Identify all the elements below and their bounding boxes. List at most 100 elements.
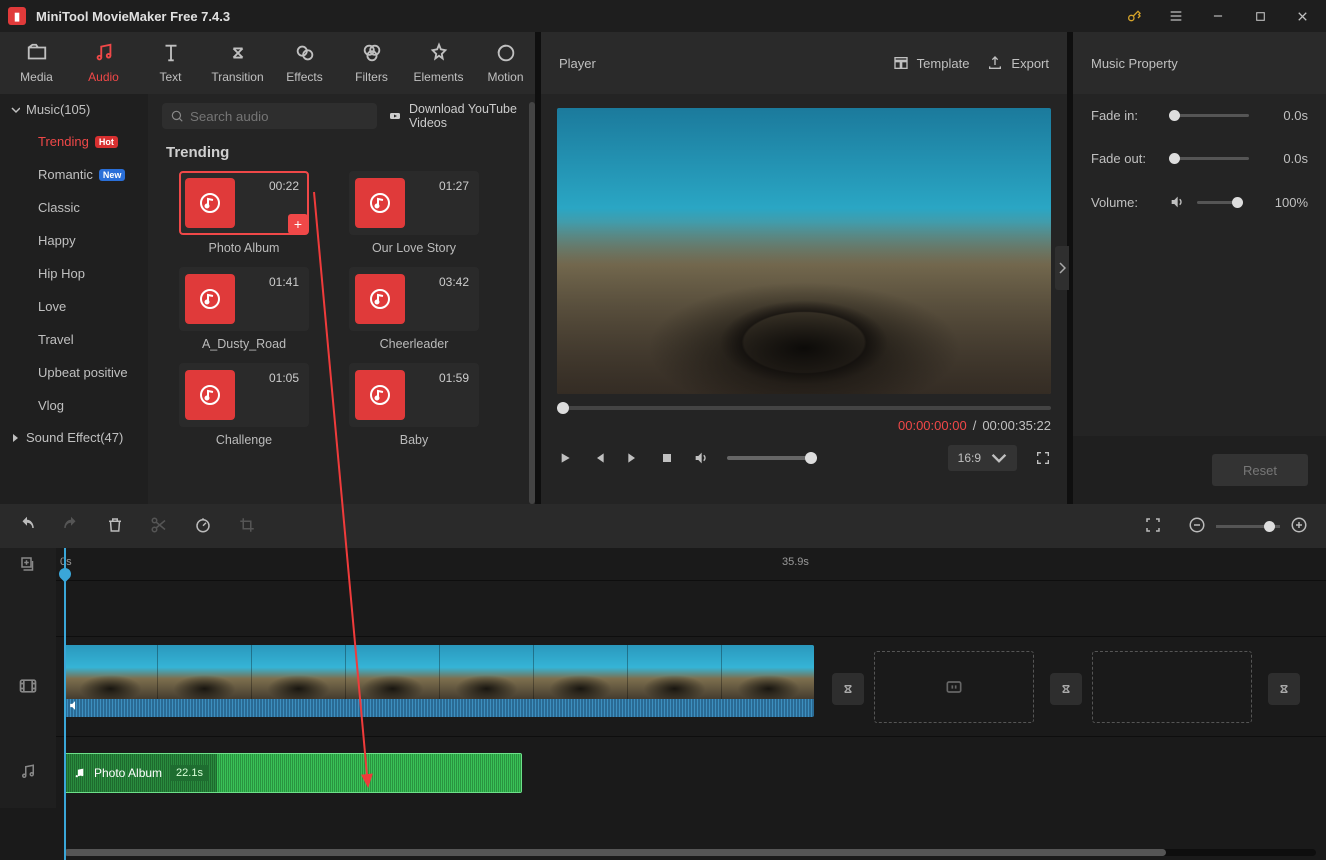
prev-frame-button[interactable] (591, 450, 607, 466)
timeline: 0s 35.9s Photo Album 22.1s (0, 548, 1326, 860)
minimize-button[interactable] (1202, 2, 1234, 30)
template-button[interactable]: Template (893, 55, 970, 71)
undo-button[interactable] (18, 516, 36, 537)
sidebar-item-trending[interactable]: TrendingHot (0, 125, 148, 158)
audio-grid-area: Download YouTube Videos Trending 00:22+P… (148, 94, 535, 504)
speed-button[interactable] (194, 516, 212, 537)
play-button[interactable] (557, 450, 573, 466)
sidebar-item-travel[interactable]: Travel (0, 323, 148, 356)
audio-category-sidebar: Music(105) TrendingHot RomanticNew Class… (0, 94, 148, 504)
fade-out-slider[interactable] (1169, 157, 1249, 160)
seek-bar[interactable] (557, 406, 1051, 410)
fade-in-slider[interactable] (1169, 114, 1249, 117)
delete-button[interactable] (106, 516, 124, 537)
tab-transition[interactable]: Transition (205, 32, 270, 94)
sidebar-item-romantic[interactable]: RomanticNew (0, 158, 148, 191)
sidebar-item-hiphop[interactable]: Hip Hop (0, 257, 148, 290)
template-icon (893, 55, 909, 71)
video-track[interactable] (56, 636, 1326, 736)
audio-duration: 01:41 (269, 275, 299, 289)
key-icon[interactable] (1118, 2, 1150, 30)
app-title: MiniTool MovieMaker Free 7.4.3 (36, 9, 230, 24)
music-thumb-icon (355, 274, 405, 324)
property-title: Music Property (1073, 32, 1326, 94)
sidebar-music-header[interactable]: Music(105) (0, 94, 148, 125)
redo-button[interactable] (62, 516, 80, 537)
drop-slot-2[interactable] (1092, 651, 1252, 723)
next-frame-button[interactable] (625, 450, 641, 466)
tab-audio[interactable]: Audio (71, 32, 136, 94)
transition-slot-3[interactable] (1268, 673, 1300, 705)
sidebar-soundeffect-header[interactable]: Sound Effect(47) (0, 422, 148, 453)
sidebar-item-love[interactable]: Love (0, 290, 148, 323)
search-icon (170, 109, 184, 123)
volume-mute-icon[interactable] (1169, 194, 1185, 210)
video-clip[interactable] (64, 645, 814, 717)
video-preview (557, 108, 1051, 394)
chevron-down-icon (991, 450, 1007, 466)
tab-media-label: Media (20, 70, 53, 84)
tab-filters[interactable]: Filters (339, 32, 404, 94)
add-track-button[interactable] (0, 548, 56, 580)
player-volume-slider[interactable] (727, 456, 817, 460)
sidebar-item-classic[interactable]: Classic (0, 191, 148, 224)
volume-slider[interactable] (1197, 201, 1243, 204)
split-button[interactable] (150, 516, 168, 537)
fade-out-value: 0.0s (1283, 151, 1308, 166)
audio-duration: 01:59 (439, 371, 469, 385)
audio-clip-length: 22.1s (170, 765, 209, 781)
zoom-out-button[interactable] (1188, 516, 1206, 537)
transition-slot-1[interactable] (832, 673, 864, 705)
zoom-in-button[interactable] (1290, 516, 1308, 537)
zoom-slider[interactable] (1216, 525, 1280, 528)
ruler-end: 35.9s (782, 556, 809, 568)
slider-knob[interactable] (805, 452, 817, 464)
tab-effects-label: Effects (286, 70, 322, 84)
timeline-ruler[interactable]: 0s 35.9s (56, 548, 1326, 580)
close-button[interactable] (1286, 2, 1318, 30)
total-time: 00:00:35:22 (982, 418, 1051, 433)
audio-card[interactable]: 03:42Cheerleader (336, 267, 492, 351)
add-to-timeline-button[interactable]: + (288, 214, 308, 234)
sidebar-item-upbeat[interactable]: Upbeat positive (0, 356, 148, 389)
timeline-track-overlay[interactable] (56, 580, 1326, 636)
tab-media[interactable]: Media (4, 32, 69, 94)
tab-effects[interactable]: Effects (272, 32, 337, 94)
grid-scrollbar[interactable] (529, 102, 535, 504)
tab-text[interactable]: Text (138, 32, 203, 94)
seek-head[interactable] (557, 402, 569, 414)
transition-slot-2[interactable] (1050, 673, 1082, 705)
audio-duration: 01:27 (439, 179, 469, 193)
fullscreen-button[interactable] (1035, 450, 1051, 466)
search-input[interactable] (162, 103, 377, 129)
drop-slot-1[interactable] (874, 651, 1034, 723)
menu-icon[interactable] (1160, 2, 1192, 30)
sidebar-item-vlog[interactable]: Vlog (0, 389, 148, 422)
audio-card[interactable]: 01:27Our Love Story (336, 171, 492, 255)
panel-collapse-handle[interactable] (1055, 246, 1069, 290)
music-thumb-icon (185, 274, 235, 324)
audio-card[interactable]: 00:22+Photo Album (166, 171, 322, 255)
audio-card[interactable]: 01:41A_Dusty_Road (166, 267, 322, 351)
tab-motion[interactable]: Motion (473, 32, 538, 94)
tab-elements[interactable]: Elements (406, 32, 471, 94)
volume-icon[interactable] (693, 450, 709, 466)
youtube-icon (389, 108, 401, 124)
fit-button[interactable] (1144, 516, 1162, 537)
audio-card[interactable]: 01:05Challenge (166, 363, 322, 447)
fade-out-row: Fade out: 0.0s (1073, 137, 1326, 180)
timeline-scrollbar[interactable] (64, 849, 1316, 856)
crop-button[interactable] (238, 516, 256, 537)
maximize-button[interactable] (1244, 2, 1276, 30)
audio-card[interactable]: 01:59Baby (336, 363, 492, 447)
aspect-ratio-select[interactable]: 16:9 (948, 445, 1017, 471)
reset-button[interactable]: Reset (1212, 454, 1308, 486)
audio-track[interactable]: Photo Album 22.1s (56, 736, 1326, 808)
download-youtube-link[interactable]: Download YouTube Videos (389, 102, 521, 130)
export-button[interactable]: Export (987, 55, 1049, 71)
sidebar-item-happy[interactable]: Happy (0, 224, 148, 257)
scrollbar-thumb[interactable] (64, 849, 1166, 856)
playhead[interactable] (64, 548, 66, 860)
stop-button[interactable] (659, 450, 675, 466)
audio-clip[interactable]: Photo Album 22.1s (64, 753, 522, 793)
